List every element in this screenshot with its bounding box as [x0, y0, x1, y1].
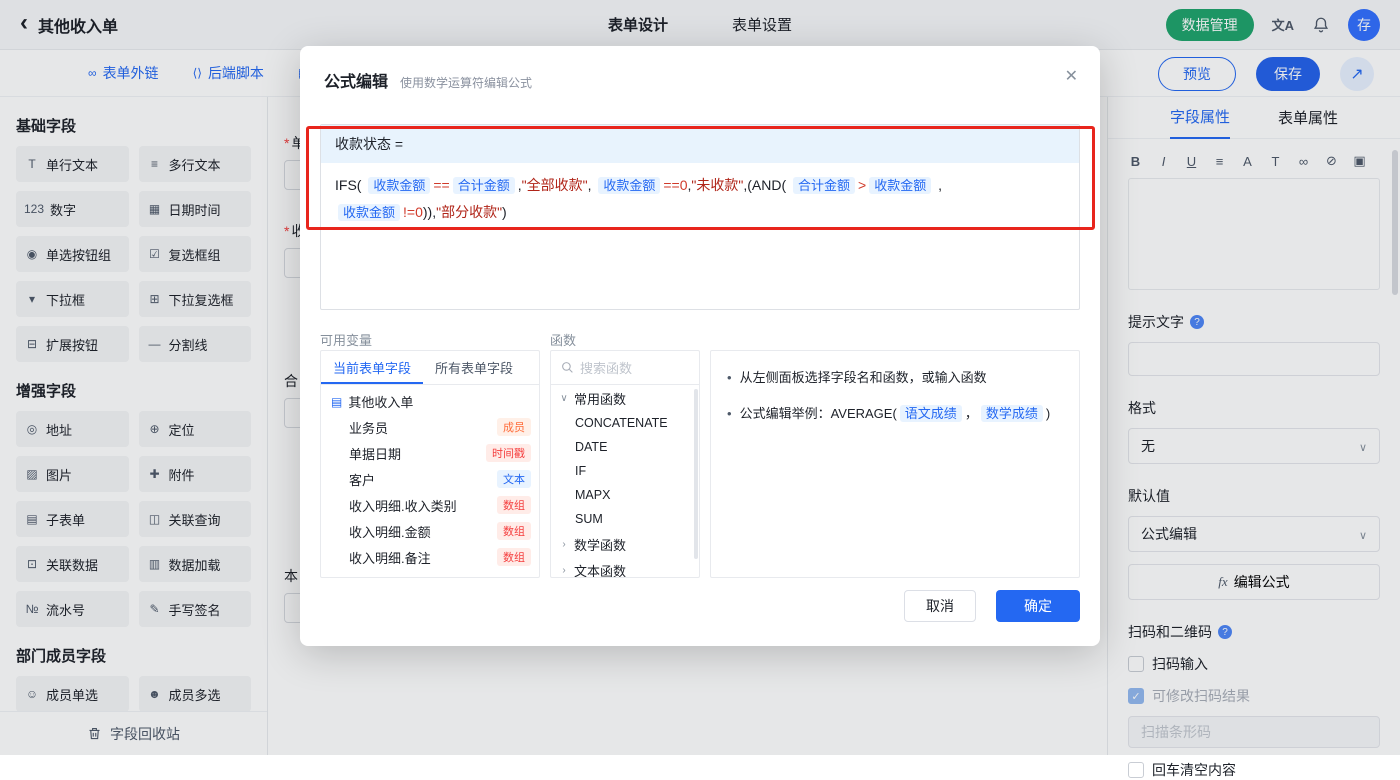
enter-clear-row: 回车清空内容: [1128, 760, 1380, 780]
variables-root-label: 其他收入单: [348, 395, 414, 410]
help-example-suffix: ): [1045, 406, 1051, 421]
function-group-label: 数学函数: [574, 537, 627, 553]
variable-type-tag: 时间戳: [486, 444, 531, 462]
modal-header: 公式编辑 使用数学运算符编辑公式: [300, 46, 1100, 92]
chevron-down-icon: ∨: [560, 392, 568, 404]
function-item[interactable]: CONCATENATE: [551, 411, 699, 435]
formula-token: "部分收款": [436, 204, 503, 220]
variable-name: 收入明细.备注: [349, 550, 431, 566]
variable-type-tag: 数组: [497, 548, 531, 566]
formula-help-panel: • 从左侧面板选择字段名和函数，或输入函数 • 公式编辑举例：AVERAGE(语…: [710, 350, 1080, 578]
formula-token: ==0: [663, 177, 688, 193]
formula-token: "未收款": [691, 177, 744, 193]
formula-editor[interactable]: 收款状态 = IFS( 收款金额 == 合计金额 ,"全部收款", 收款金额 ==0,"…: [320, 124, 1080, 310]
function-item[interactable]: MAPX: [551, 483, 699, 507]
formula-token: ): [502, 204, 507, 220]
function-search-input[interactable]: 搜索函数: [551, 351, 699, 385]
formula-field-chip[interactable]: 收款金额: [869, 177, 932, 194]
variable-type-tag: 成员: [497, 418, 531, 436]
variable-row[interactable]: 收入明细.金额 数组: [321, 518, 539, 544]
function-group[interactable]: › 数学函数: [551, 531, 699, 557]
help-text-2: 公式编辑举例：AVERAGE(语文成绩，数学成绩): [739, 403, 1051, 425]
formula-token: "全部收款": [521, 177, 588, 193]
formula-field-chip[interactable]: 合计金额: [452, 177, 515, 194]
function-item[interactable]: SUM: [551, 507, 699, 531]
help-text-1: 从左侧面板选择字段名和函数，或输入函数: [739, 370, 987, 385]
modal-title: 公式编辑: [324, 74, 389, 91]
function-group[interactable]: ∨ 常用函数: [551, 385, 699, 411]
function-group-label: 常用函数: [574, 391, 627, 407]
function-item[interactable]: DATE: [551, 435, 699, 459]
formula-field-chip[interactable]: 收款金额: [598, 177, 661, 194]
cancel-button[interactable]: 取消: [904, 590, 976, 622]
formula-token: )),: [422, 204, 437, 220]
functions-list: ∨ 常用函数 CONCATENATE DATE IF MAPX SUM › 数学函数 › 文本函数: [551, 385, 699, 578]
formula-token: ,(AND(: [743, 177, 791, 193]
confirm-button[interactable]: 确定: [996, 590, 1080, 622]
variable-name: 收入明细.金额: [349, 524, 431, 540]
variables-tabs: 当前表单字段 所有表单字段: [321, 351, 539, 385]
example-field-chip: 数学成绩: [980, 405, 1043, 422]
variable-type-tag: 文本: [497, 470, 531, 488]
formula-editor-modal: 公式编辑 使用数学运算符编辑公式 ✕ 收款状态 = IFS( 收款金额 == 合计金…: [300, 46, 1100, 646]
variable-row[interactable]: 收入明细.收入类别 数组: [321, 492, 539, 518]
formula-token: ==: [433, 177, 450, 193]
functions-scrollbar[interactable]: [694, 389, 698, 559]
modal-footer: 取消 确定: [904, 590, 1080, 622]
functions-section-label: 函数: [550, 333, 577, 348]
variable-row[interactable]: 业务员 成员: [321, 414, 539, 440]
tab-all-form-fields[interactable]: 所有表单字段: [423, 351, 525, 384]
bullet-icon: •: [727, 370, 732, 385]
enter-clear-checkbox-label: 回车清空内容: [1152, 762, 1236, 778]
formula-field-chip[interactable]: 合计金额: [793, 177, 856, 194]
function-item[interactable]: IF: [551, 459, 699, 483]
functions-panel: 搜索函数 ∨ 常用函数 CONCATENATE DATE IF MAPX SUM › 数学函数 ›…: [550, 350, 700, 578]
help-example-separator: ，: [964, 406, 978, 421]
function-group-label: 文本函数: [574, 563, 627, 578]
formula-token: >: [858, 177, 867, 193]
formula-target-line: 收款状态 =: [321, 125, 1079, 163]
help-example-prefix: 公式编辑举例：AVERAGE(: [739, 406, 897, 421]
close-icon[interactable]: ✕: [1065, 66, 1078, 86]
formula-field-chip[interactable]: 收款金额: [368, 177, 431, 194]
variables-panel: 当前表单字段 所有表单字段 其他收入单 业务员 成员单据日期 时间戳客户 文本收入明细…: [320, 350, 540, 578]
formula-field-chip[interactable]: 收款金额: [338, 204, 401, 221]
formula-token: IFS(: [335, 177, 366, 193]
formula-expression[interactable]: IFS( 收款金额 == 合计金额 ,"全部收款", 收款金额 ==0,"未收款",(A…: [321, 163, 1079, 235]
function-group[interactable]: › 文本函数: [551, 557, 699, 578]
enter-clear-checkbox[interactable]: [1128, 762, 1144, 778]
chevron-right-icon: ›: [562, 564, 566, 576]
variable-name: 单据日期: [349, 446, 402, 462]
bullet-icon: •: [727, 406, 732, 421]
variable-row[interactable]: 收入明细.备注 数组: [321, 544, 539, 570]
search-icon: [562, 362, 573, 373]
help-line-1: • 从左侧面板选择字段名和函数，或输入函数: [727, 367, 1063, 389]
variable-name: 客户: [349, 472, 376, 488]
modal-subtitle: 使用数学运算符编辑公式: [400, 76, 533, 90]
variable-type-tag: 数组: [497, 522, 531, 540]
form-doc-icon: [331, 395, 342, 409]
help-line-2: • 公式编辑举例：AVERAGE(语文成绩，数学成绩): [727, 403, 1063, 425]
tab-current-form-fields[interactable]: 当前表单字段: [321, 351, 423, 384]
formula-token: !=0: [403, 204, 423, 220]
chevron-right-icon: ›: [562, 538, 566, 550]
variable-type-tag: 数组: [497, 496, 531, 514]
function-search-placeholder: 搜索函数: [580, 361, 633, 376]
variables-section-label: 可用变量: [320, 333, 373, 348]
example-field-chip: 语文成绩: [899, 405, 962, 422]
variable-row[interactable]: 客户 文本: [321, 466, 539, 492]
variable-row[interactable]: 单据日期 时间戳: [321, 440, 539, 466]
variables-root[interactable]: 其他收入单: [321, 385, 539, 414]
formula-token: ,: [587, 177, 596, 193]
variable-name: 收入明细.收入类别: [349, 498, 457, 514]
variables-tree: 业务员 成员 单据日期 时间戳 客户 文本 收入明细.收入类别 数组 收入明细.金额 数组 收入明细…: [321, 414, 539, 570]
variable-name: 业务员: [349, 420, 389, 436]
formula-token: ,: [934, 177, 943, 193]
